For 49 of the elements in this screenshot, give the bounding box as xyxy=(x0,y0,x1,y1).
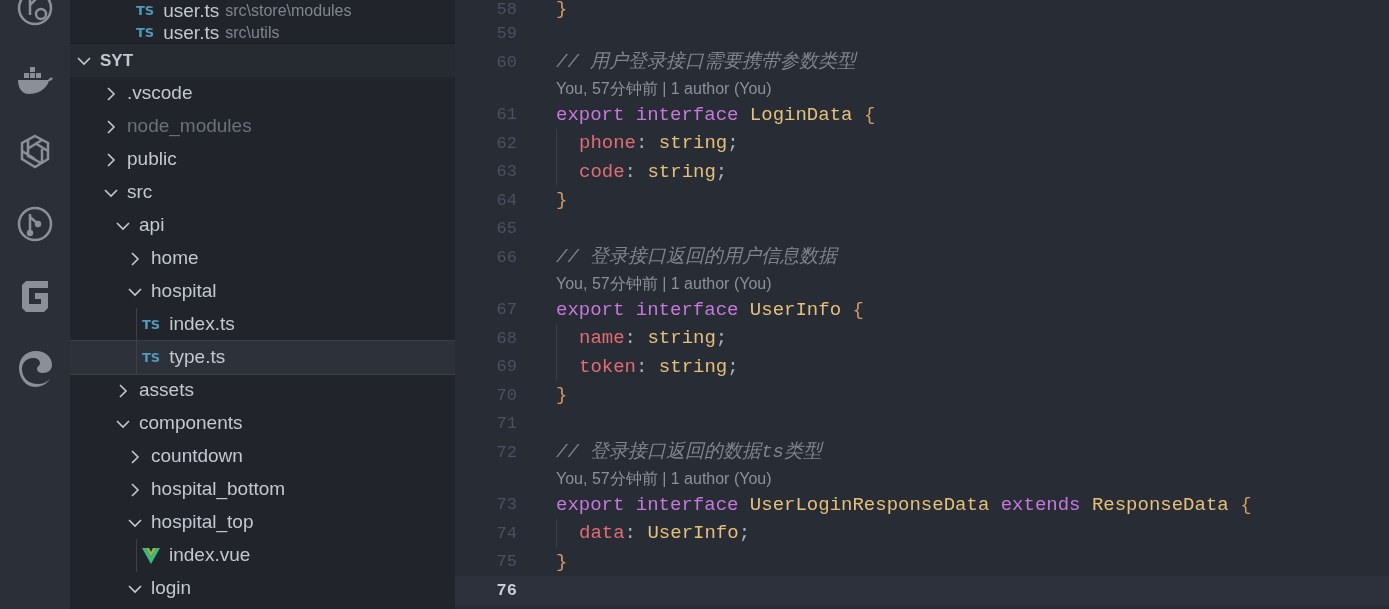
line-number: 76 xyxy=(495,579,517,602)
file-name: user.ts xyxy=(163,20,220,43)
code-comment: // 登录接口返回的用户信息数据 xyxy=(556,245,838,270)
file-name: user.ts xyxy=(163,0,220,23)
code-line: name: string; xyxy=(556,324,728,353)
explorer-section-header[interactable]: SYT xyxy=(70,44,455,77)
folder-item[interactable]: components xyxy=(70,407,455,440)
code-line: data: UserInfo; xyxy=(556,519,751,548)
code-lens[interactable]: You, 57分钟前 | 1 author (You) xyxy=(556,271,772,296)
code-lens[interactable]: You, 57分钟前 | 1 author (You) xyxy=(556,466,772,491)
code-comment: // 用户登录接口需要携带参数类型 xyxy=(556,50,857,75)
folder-item[interactable]: hospital_top xyxy=(70,506,455,539)
folder-item[interactable]: src xyxy=(70,176,455,209)
file-type-label: TS xyxy=(136,2,155,21)
code-line: code: string; xyxy=(556,157,728,186)
open-editor-item[interactable]: TS user.ts src\store\modules xyxy=(70,0,455,22)
file-path: src\store\modules xyxy=(225,1,352,21)
search-person-icon[interactable] xyxy=(16,0,54,27)
file-type-label: TS xyxy=(142,315,161,334)
folder-item[interactable]: api xyxy=(70,209,455,242)
code-lens[interactable]: You, 57分钟前 | 1 author (You) xyxy=(556,76,772,101)
file-item[interactable]: index.vue xyxy=(70,539,455,572)
file-item[interactable]: TS type.ts xyxy=(70,341,455,374)
file-type-label: TS xyxy=(142,348,161,367)
folder-item[interactable]: .vscode xyxy=(70,77,455,110)
folder-item[interactable]: login xyxy=(70,572,455,605)
project-title: SYT xyxy=(100,49,134,72)
swirl-icon[interactable] xyxy=(16,349,54,387)
folder-item[interactable]: hospital_bottom xyxy=(70,473,455,506)
git-branch-icon[interactable] xyxy=(16,205,54,243)
code-line: } xyxy=(556,188,568,213)
code-line: token: string; xyxy=(556,352,739,381)
code-line: } xyxy=(556,0,568,20)
folder-item[interactable]: home xyxy=(70,242,455,275)
folder-item[interactable]: countdown xyxy=(70,440,455,473)
folder-item[interactable]: assets xyxy=(70,374,455,407)
code-line: } xyxy=(556,383,568,408)
folder-item[interactable]: public xyxy=(70,143,455,176)
open-editor-item[interactable]: TS user.ts src\utils xyxy=(70,22,455,43)
code-comment: // 登录接口返回的数据ts类型 xyxy=(556,440,822,465)
code-line: export interface UserLoginResponseData extends ResponseData { xyxy=(556,492,1252,518)
code-line: phone: string; xyxy=(556,129,739,158)
file-type-label: TS xyxy=(136,24,155,43)
code-line: } xyxy=(556,549,568,575)
file-path: src\utils xyxy=(225,23,280,43)
folder-item[interactable]: hospital xyxy=(70,275,455,308)
code-line: export interface UserInfo { xyxy=(556,297,864,323)
code-line: export interface LoginData { xyxy=(556,102,876,128)
vue-file-icon xyxy=(142,547,160,564)
